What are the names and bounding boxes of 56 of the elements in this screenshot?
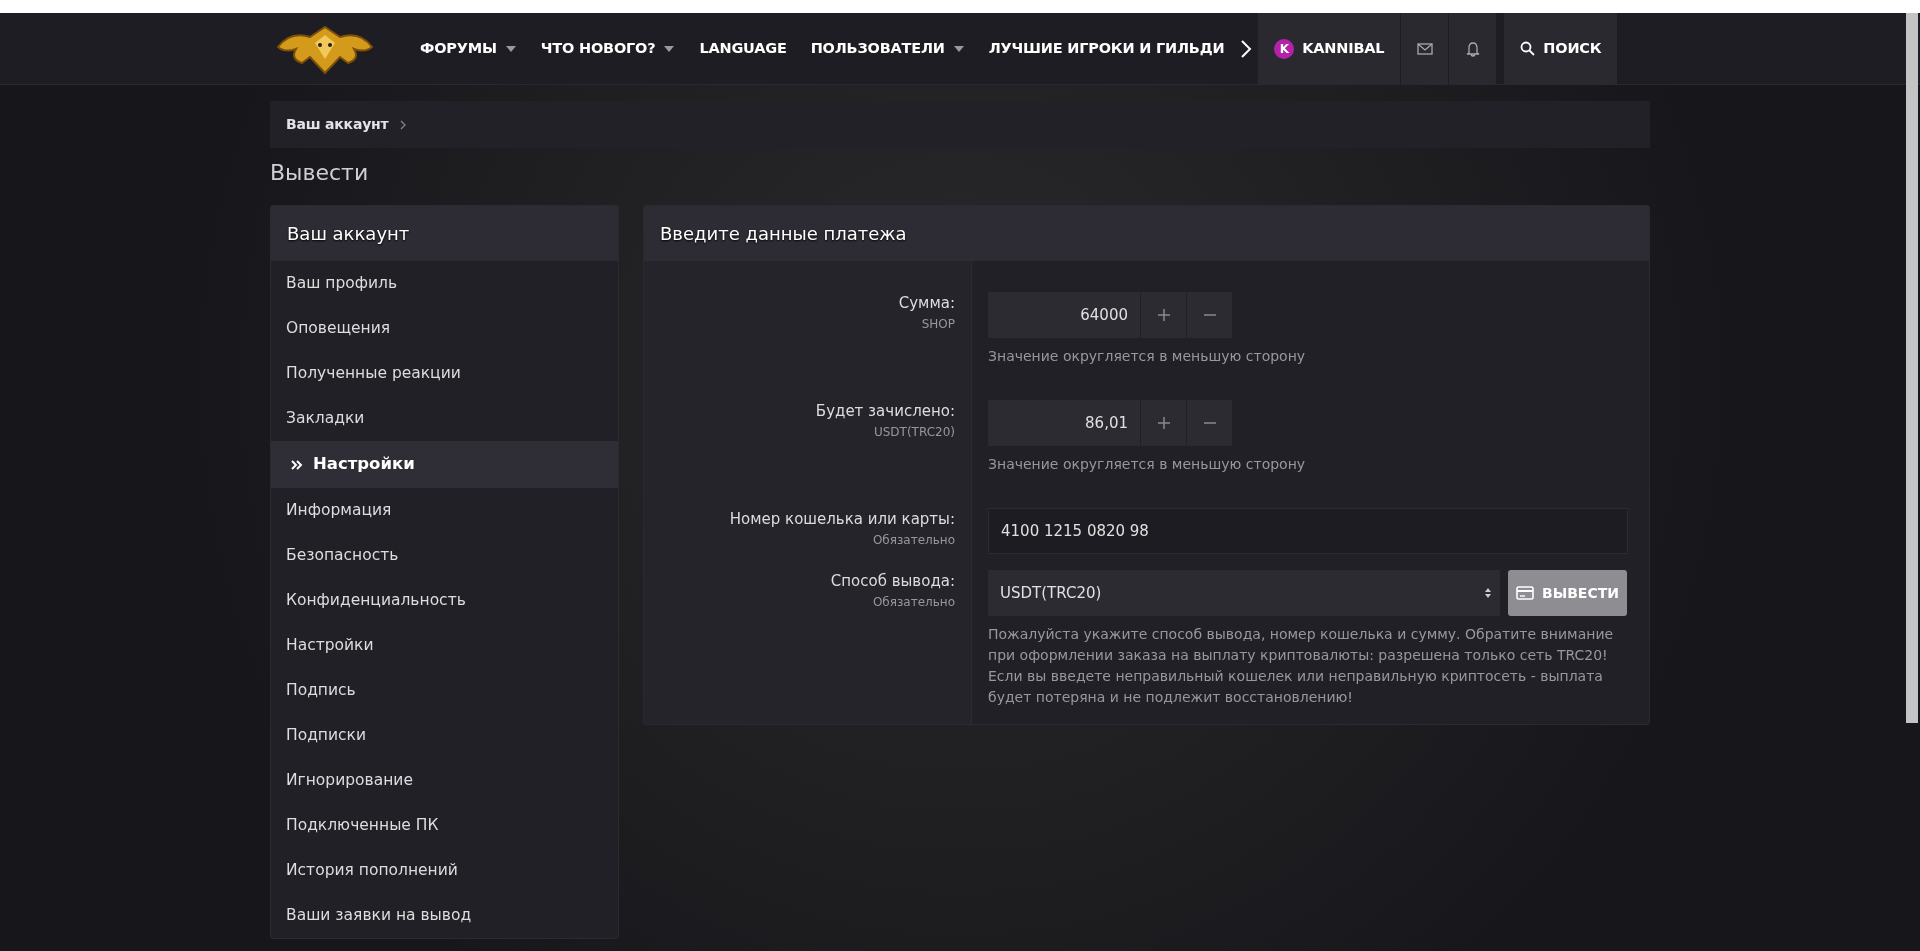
avatar: K — [1274, 38, 1295, 59]
field-hint: USDT(TRC20) — [872, 423, 955, 441]
sidebar-item[interactable]: История пополнений — [271, 848, 618, 893]
breadcrumb-link[interactable]: Ваш аккаунт — [286, 114, 389, 135]
sidebar-item[interactable]: Конфиденциальность — [271, 578, 618, 623]
field-label: Способ вывода: — [829, 571, 955, 592]
nav-link[interactable]: ЧТО НОВОГО? — [540, 37, 656, 60]
nav-link[interactable]: ПОЛЬЗОВАТЕЛИ — [810, 37, 945, 60]
double-chevron-icon — [291, 459, 303, 470]
sidebar-item[interactable]: Подключенные ПК — [271, 803, 618, 848]
help-text: Пожалуйста укажите способ вывода, номер кошелька и сумму. Обратите внимание при оформлении заказа на выплату криптовалюты: разрешена только сеть TRC20! Если вы введете неправильный кошелек или неправильную криптосеть - выплата будет потеряна и не подлежит восстановлению! — [988, 625, 1615, 707]
field-label: Будет зачислено: — [814, 401, 955, 422]
sidebar-item[interactable]: Безопасность — [271, 533, 618, 578]
nav-link[interactable]: ЛУЧШИЕ ИГРОКИ И ГИЛЬДИ — [988, 37, 1225, 60]
chevron-right-icon — [1240, 38, 1253, 59]
search-button[interactable]: ПОИСК — [1504, 12, 1618, 85]
updown-caret-icon — [1484, 587, 1492, 599]
sidebar-item[interactable]: Настройки — [271, 623, 618, 668]
plus-icon — [1156, 308, 1171, 322]
search-icon — [1520, 41, 1536, 56]
field-hint: Обязательно — [871, 531, 955, 549]
field-label: Номер кошелька или карты: — [728, 509, 955, 530]
field-hint: SHOP — [920, 315, 955, 333]
help-text: Значение округляется в меньшую сторону — [988, 347, 1307, 366]
wallet-field[interactable]: 4100 1215 0820 98 — [988, 508, 1628, 554]
method-select[interactable]: USDT(TRC20) — [988, 570, 1500, 616]
sidebar-item[interactable]: Информация — [271, 488, 618, 533]
nav-link[interactable]: ФОРУМЫ — [420, 37, 497, 60]
sidebar-item[interactable]: Полученные реакции — [271, 351, 618, 396]
page-title: Вывести — [270, 159, 370, 187]
field-hint: Обязательно — [871, 593, 955, 611]
increase-button[interactable] — [1141, 292, 1186, 338]
sidebar-title: Ваш аккаунт — [271, 206, 618, 261]
field-label: Сумма: — [897, 293, 955, 314]
number-field[interactable]: 64000 — [988, 292, 1140, 338]
sidebar-item[interactable]: Настройки — [271, 441, 618, 488]
increase-button[interactable] — [1141, 400, 1186, 446]
sidebar-item[interactable]: Ваши заявки на вывод — [271, 893, 618, 938]
username: KANNIBAL — [1302, 38, 1385, 58]
nav-link[interactable]: LANGUAGE — [699, 37, 787, 60]
scrollbar[interactable] — [1906, 13, 1918, 723]
sidebar-item[interactable]: Оповещения — [271, 306, 618, 351]
search-label: ПОИСК — [1543, 38, 1602, 58]
sidebar-item[interactable]: Закладки — [271, 396, 618, 441]
form-title: Введите данные платежа — [644, 206, 1649, 261]
sidebar-item[interactable]: Ваш профиль — [271, 261, 618, 306]
sidebar-item[interactable]: Подписки — [271, 713, 618, 758]
bell-icon — [1465, 40, 1480, 57]
mail-icon — [1416, 42, 1433, 55]
number-field[interactable]: 86,01 — [988, 400, 1140, 446]
chevron-right-icon — [400, 119, 407, 130]
help-text: Значение округляется в меньшую сторону — [988, 455, 1307, 474]
sidebar-item[interactable]: Игнорирование — [271, 758, 618, 803]
plus-icon — [1156, 416, 1171, 430]
sidebar-item[interactable]: Подпись — [271, 668, 618, 713]
card-icon — [1516, 586, 1534, 600]
